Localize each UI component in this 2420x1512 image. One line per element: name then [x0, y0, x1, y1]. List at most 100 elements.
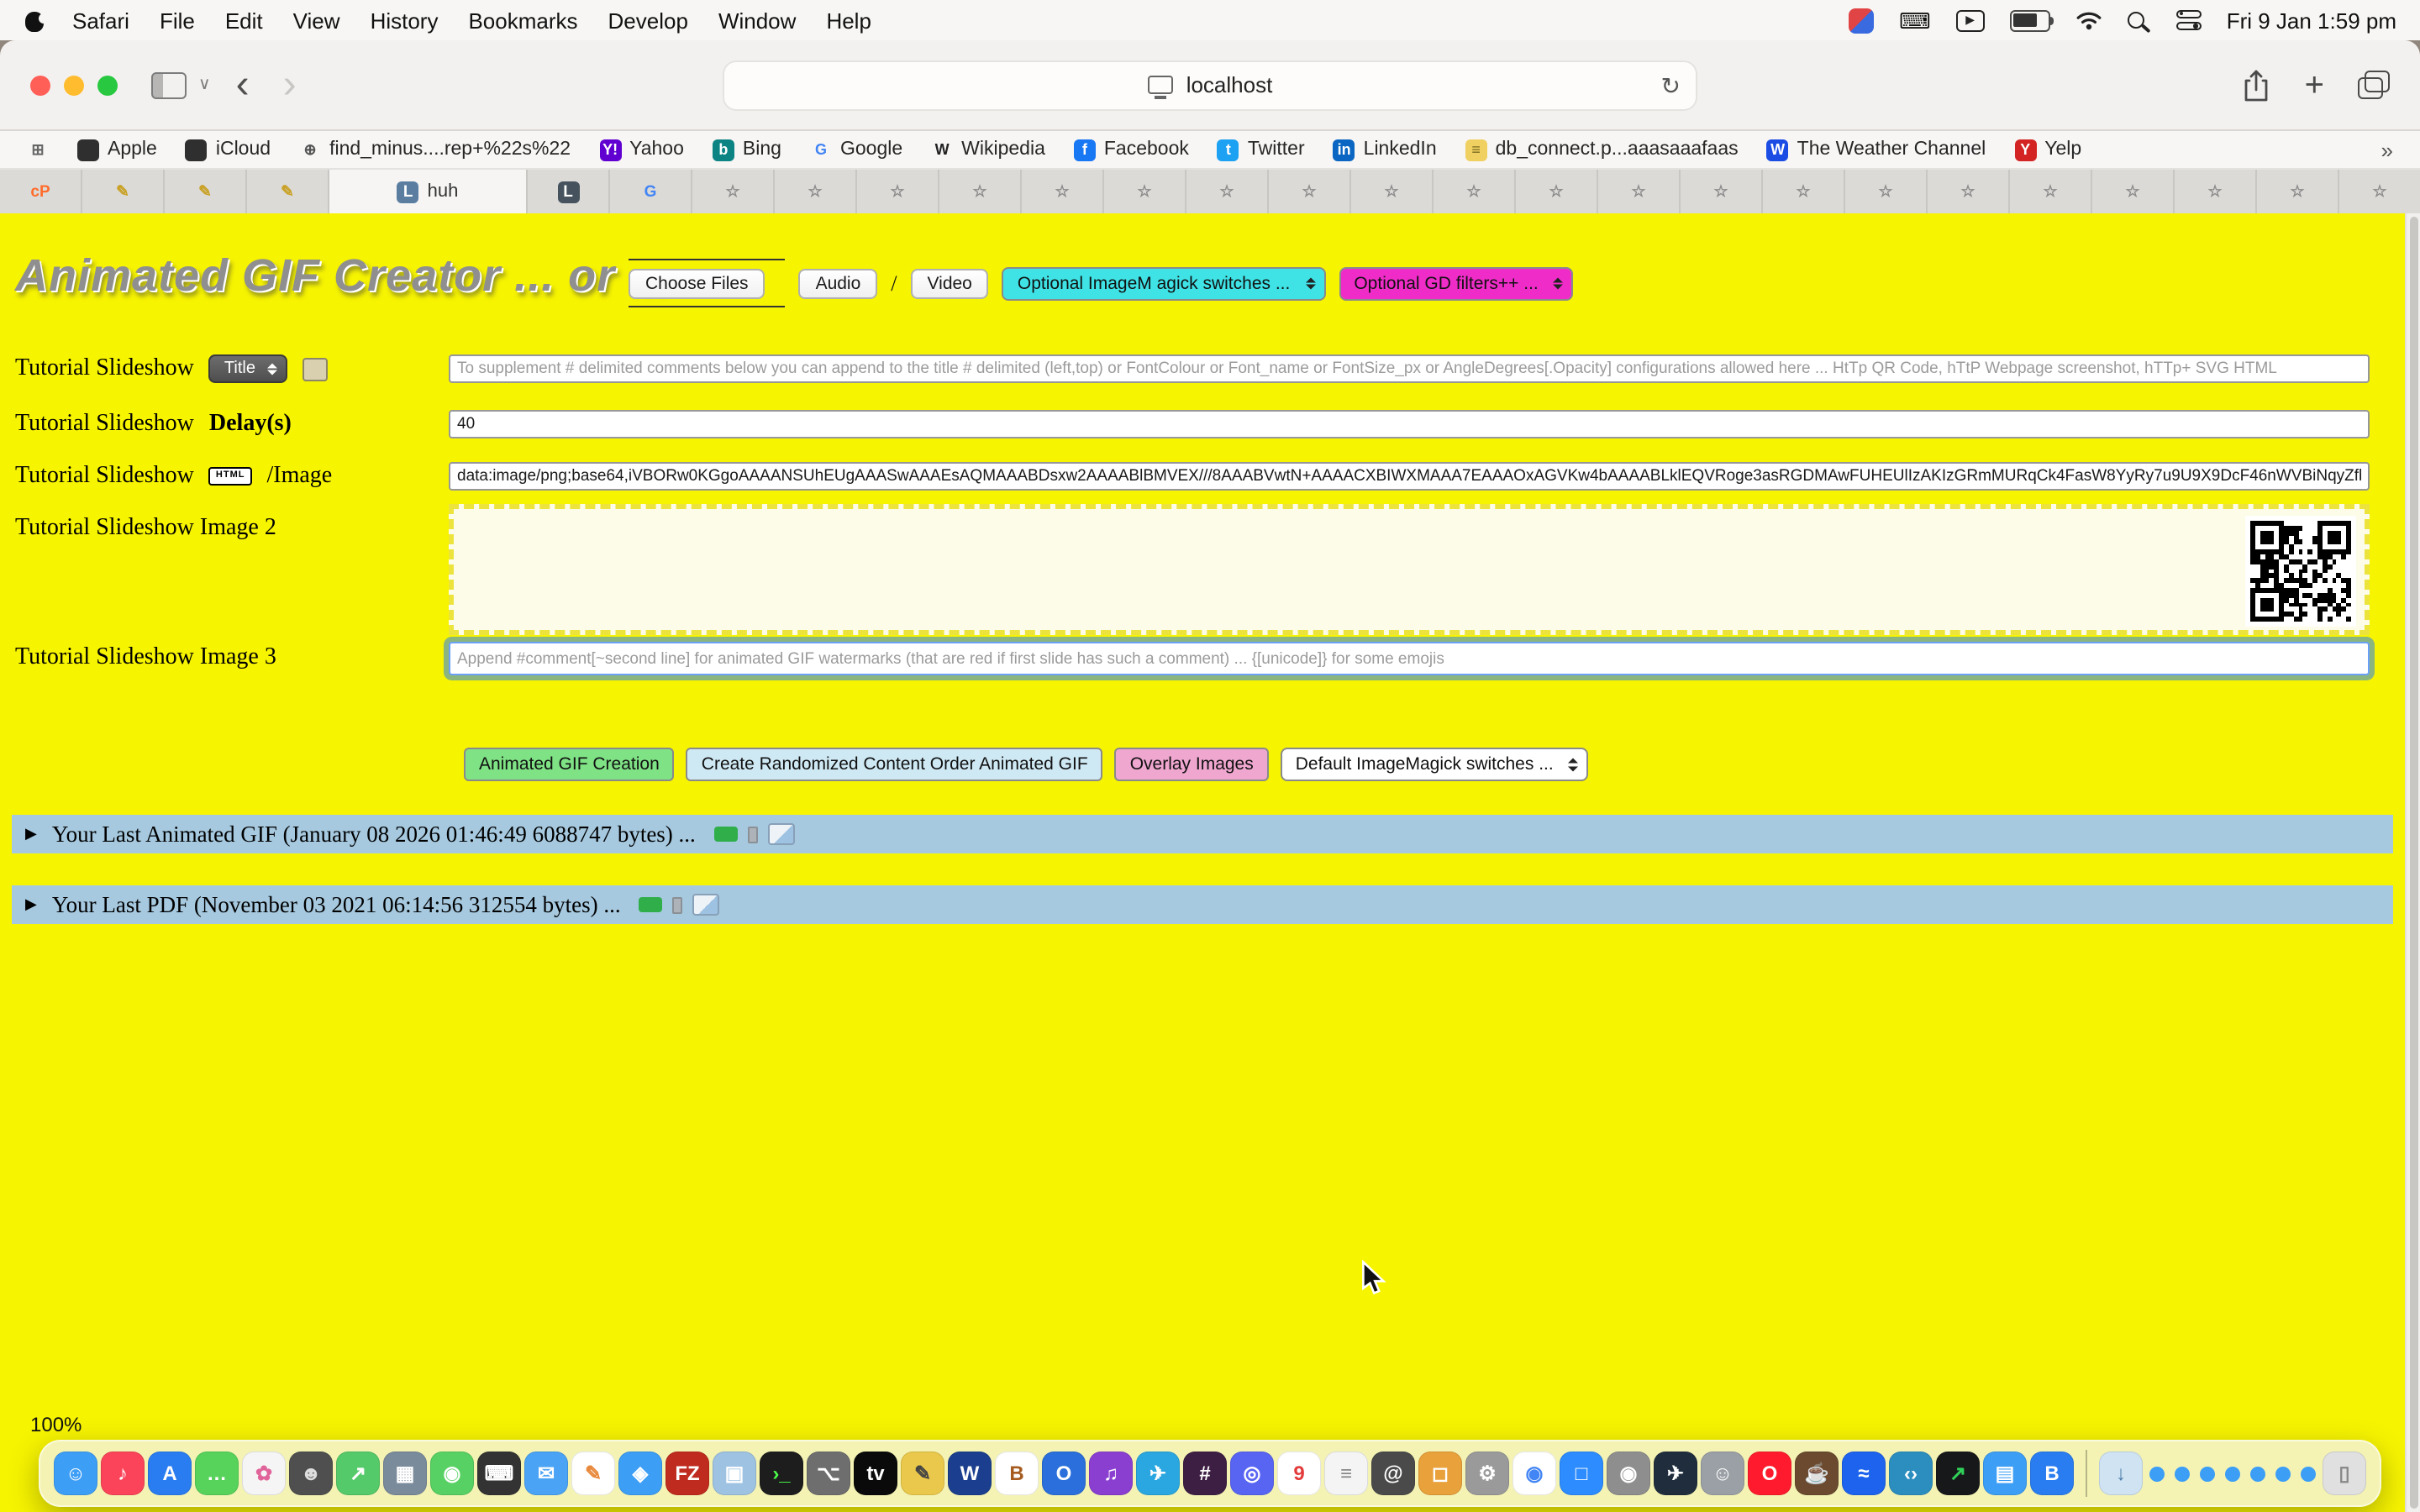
- favorite-facebook[interactable]: f Facebook: [1074, 139, 1189, 160]
- favorites-grid-icon[interactable]: ⊞: [27, 139, 49, 160]
- tab-bookmark[interactable]: ☆: [1022, 170, 1104, 213]
- favorite-linkedin[interactable]: in LinkedIn: [1334, 139, 1437, 160]
- title-mode-select[interactable]: Title: [209, 354, 287, 383]
- dock-trash[interactable]: ▯: [2323, 1452, 2366, 1495]
- image2-dropzone[interactable]: [449, 504, 2370, 635]
- favorite-find-minus[interactable]: ⊕ find_minus....rep+%22s%22: [299, 139, 571, 160]
- favorites-overflow-chevron[interactable]: »: [2381, 137, 2393, 162]
- minimized-window[interactable]: [2275, 1466, 2291, 1481]
- zoom-indicator[interactable]: 100%: [30, 1413, 82, 1436]
- dock-tv[interactable]: tv: [854, 1452, 897, 1495]
- reload-icon[interactable]: ↻: [1661, 73, 1681, 97]
- zoom-window-button[interactable]: [97, 75, 118, 95]
- last-pdf-bar[interactable]: ▶ Your Last PDF (November 03 2021 06:14:…: [12, 885, 2393, 924]
- dock-telegram[interactable]: ✈: [1136, 1452, 1180, 1495]
- minimized-window[interactable]: [2149, 1466, 2165, 1481]
- tab-bookmark[interactable]: ☆: [1845, 170, 1928, 213]
- dock-chrome[interactable]: ◉: [1512, 1452, 1556, 1495]
- minimized-window[interactable]: [2200, 1466, 2215, 1481]
- dock-word[interactable]: W: [948, 1452, 992, 1495]
- tab-bookmark[interactable]: ☆: [1928, 170, 2010, 213]
- dock-maps[interactable]: ↗: [336, 1452, 380, 1495]
- tab-overview-icon[interactable]: [2358, 77, 2383, 99]
- dock-photos[interactable]: ✿: [242, 1452, 286, 1495]
- copy-icon[interactable]: [673, 896, 683, 913]
- apple-menu-icon[interactable]: [24, 8, 45, 32]
- dock-mail[interactable]: ✉: [524, 1452, 568, 1495]
- video-button[interactable]: Video: [911, 268, 989, 298]
- tab-editor-1[interactable]: ✎: [82, 170, 165, 213]
- tab-bookmark[interactable]: ☆: [775, 170, 857, 213]
- tab-bookmark[interactable]: ☆: [2257, 170, 2339, 213]
- favorite-apple[interactable]: Apple: [77, 139, 157, 160]
- tab-bookmark[interactable]: ☆: [2175, 170, 2257, 213]
- control-center-icon[interactable]: [2176, 10, 2202, 31]
- wifi-icon[interactable]: [2075, 10, 2102, 30]
- dock-compass[interactable]: ◈: [618, 1452, 662, 1495]
- tab-bookmark[interactable]: ☆: [1269, 170, 1351, 213]
- dock-notes[interactable]: ✎: [901, 1452, 944, 1495]
- dock-terminal[interactable]: ›_: [760, 1452, 803, 1495]
- keyboard-icon[interactable]: ⌨: [1899, 9, 1931, 31]
- back-button[interactable]: ‹: [228, 68, 258, 102]
- dock-outlook[interactable]: O: [1042, 1452, 1086, 1495]
- dock-bear[interactable]: B: [995, 1452, 1039, 1495]
- dock-keyboard-viewer[interactable]: ⌨: [477, 1452, 521, 1495]
- dock-coffee[interactable]: ☕: [1795, 1452, 1839, 1495]
- menu-safari[interactable]: Safari: [72, 8, 129, 33]
- dock-docker[interactable]: ≈: [1842, 1452, 1886, 1495]
- dock-stocks[interactable]: ↗: [1936, 1452, 1980, 1495]
- dock-opera[interactable]: O: [1748, 1452, 1791, 1495]
- minimized-window[interactable]: [2225, 1466, 2240, 1481]
- disclosure-triangle-icon[interactable]: ▶: [25, 897, 37, 912]
- tab-group-chevron-icon[interactable]: ∨: [198, 76, 211, 94]
- picture-icon[interactable]: [768, 823, 795, 845]
- picture-icon[interactable]: [693, 894, 720, 916]
- last-animated-gif-bar[interactable]: ▶ Your Last Animated GIF (January 08 202…: [12, 815, 2393, 853]
- gif-preview-icon[interactable]: [714, 827, 738, 842]
- favorite-google[interactable]: G Google: [810, 139, 902, 160]
- menu-window[interactable]: Window: [718, 8, 797, 33]
- tab-huh-active[interactable]: L huh: [329, 170, 528, 213]
- dock-pages[interactable]: ✎: [571, 1452, 615, 1495]
- close-window-button[interactable]: [30, 75, 50, 95]
- dock-facetime[interactable]: ◉: [430, 1452, 474, 1495]
- favorite-twitter[interactable]: t Twitter: [1218, 139, 1305, 160]
- dock-mail-archive[interactable]: @: [1371, 1452, 1415, 1495]
- choose-files-button[interactable]: Choose Files: [629, 269, 765, 299]
- address-bar[interactable]: localhost ↻: [723, 60, 1697, 110]
- menu-file[interactable]: File: [160, 8, 195, 33]
- dock-mail-dark[interactable]: ✈: [1654, 1452, 1697, 1495]
- menu-history[interactable]: History: [371, 8, 439, 33]
- dock-podcasts[interactable]: ♫: [1089, 1452, 1133, 1495]
- title-config-input[interactable]: [449, 354, 2370, 383]
- tab-bookmark[interactable]: ☆: [692, 170, 775, 213]
- tab-bookmark[interactable]: ☆: [1186, 170, 1269, 213]
- minimized-window[interactable]: [2301, 1466, 2316, 1481]
- scrollbar[interactable]: [2405, 213, 2420, 1512]
- delay-input[interactable]: [449, 410, 2370, 438]
- tab-editor-3[interactable]: ✎: [247, 170, 329, 213]
- tab-bookmark[interactable]: ☆: [1351, 170, 1434, 213]
- tab-bookmark[interactable]: ☆: [857, 170, 939, 213]
- menu-develop[interactable]: Develop: [608, 8, 688, 33]
- dock-downloads-folder[interactable]: ↓: [2099, 1452, 2143, 1495]
- minimized-window[interactable]: [2175, 1466, 2190, 1481]
- dock-filezilla[interactable]: FZ: [666, 1452, 709, 1495]
- now-playing-icon[interactable]: ▶: [1956, 9, 1985, 31]
- dock-slack[interactable]: #: [1183, 1452, 1227, 1495]
- copy-icon[interactable]: [748, 826, 758, 843]
- tab-bookmark[interactable]: ☆: [2339, 170, 2420, 213]
- dock-utilities[interactable]: ⚙: [1465, 1452, 1509, 1495]
- tab-bookmark[interactable]: ☆: [1104, 170, 1186, 213]
- favorite-weather-channel[interactable]: W The Weather Channel: [1767, 139, 1986, 160]
- tab-l[interactable]: L: [528, 170, 610, 213]
- dock-app-store[interactable]: A: [148, 1452, 192, 1495]
- dock-messages[interactable]: …: [195, 1452, 239, 1495]
- overlay-images-button[interactable]: Overlay Images: [1115, 748, 1269, 781]
- disclosure-triangle-icon[interactable]: ▶: [25, 827, 37, 842]
- tab-google[interactable]: G: [610, 170, 692, 213]
- dock-discord[interactable]: ◎: [1230, 1452, 1274, 1495]
- minimized-window[interactable]: [2250, 1466, 2265, 1481]
- minimize-window-button[interactable]: [64, 75, 84, 95]
